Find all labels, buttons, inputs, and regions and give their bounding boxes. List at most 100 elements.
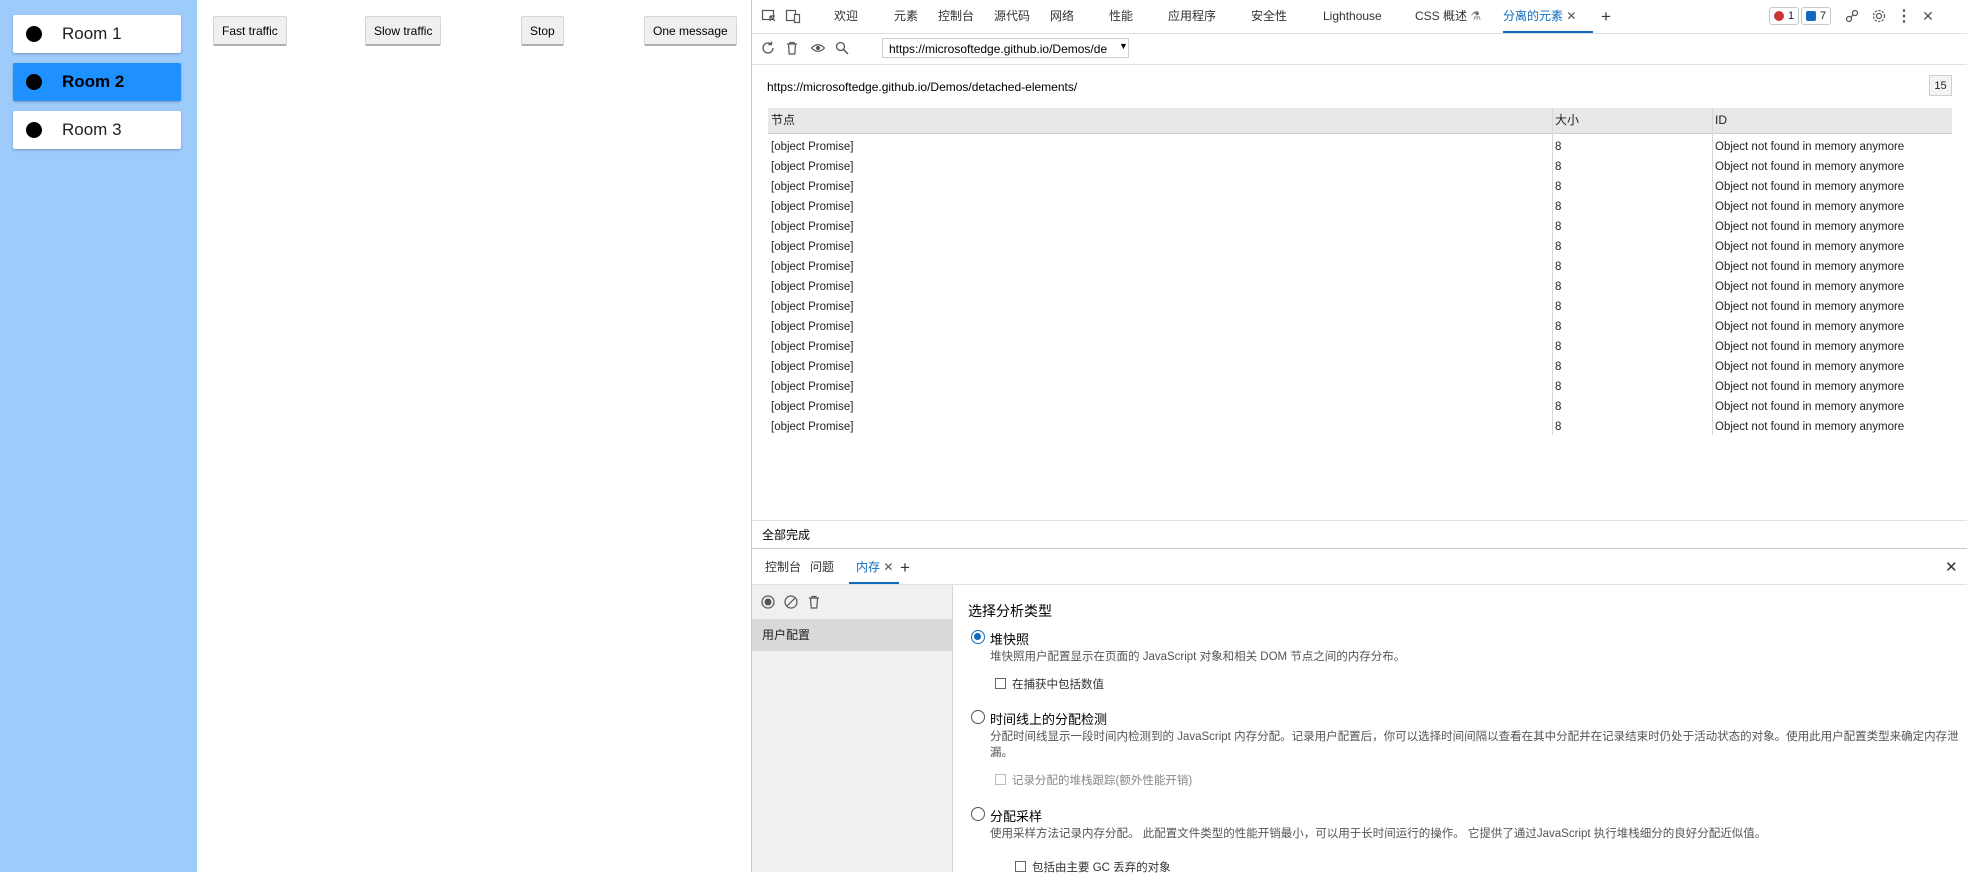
cell-id: Object not found in memory anymore [1715, 141, 1905, 153]
heap-snapshot-title[interactable]: 堆快照 [990, 629, 1029, 648]
inspect-element-icon[interactable] [759, 6, 779, 26]
tab-welcome[interactable]: 欢迎 [834, 0, 858, 33]
room-item-2[interactable]: Room 2 [13, 63, 181, 101]
table-row[interactable]: [object Promise] 8 Object not found in mem… [768, 297, 1952, 317]
allocation-sampling-title[interactable]: 分配采样 [990, 806, 1042, 825]
connection-icon[interactable] [1842, 6, 1862, 26]
column-header-size[interactable]: 大小 [1552, 108, 1712, 133]
cell-node: [object Promise] [771, 261, 854, 273]
record-icon[interactable] [758, 592, 778, 612]
column-header-id[interactable]: ID [1712, 108, 1952, 133]
room-status-dot [26, 26, 42, 42]
table-row[interactable]: [object Promise] 8 Object not found in mem… [768, 337, 1952, 357]
table-row[interactable]: [object Promise] 8 Object not found in mem… [768, 217, 1952, 237]
add-tab-icon[interactable]: + [1601, 0, 1611, 33]
table-row[interactable]: [object Promise] 8 Object not found in mem… [768, 417, 1952, 435]
cell-id: Object not found in memory anymore [1715, 281, 1905, 293]
tab-performance[interactable]: 性能 [1109, 0, 1133, 33]
table-row[interactable]: [object Promise] 8 Object not found in mem… [768, 137, 1952, 157]
search-icon[interactable] [832, 38, 852, 58]
url-select[interactable]: https://microsoftedge.github.io/Demos/de [882, 38, 1129, 58]
table-row[interactable]: [object Promise] 8 Object not found in mem… [768, 357, 1952, 377]
slow-traffic-button[interactable]: Slow traffic [365, 16, 442, 46]
chevron-down-icon[interactable]: ▼ [1119, 41, 1128, 51]
allocation-timeline-title[interactable]: 时间线上的分配检测 [990, 709, 1107, 728]
page-url: https://microsoftedge.github.io/Demos/de… [767, 80, 1078, 94]
room-label: Room 3 [62, 120, 122, 139]
add-drawer-tab-icon[interactable]: + [900, 551, 910, 584]
tab-application[interactable]: 应用程序 [1168, 0, 1216, 33]
error-icon [1774, 11, 1784, 21]
cell-id: Object not found in memory anymore [1715, 201, 1905, 213]
device-emulation-icon[interactable] [783, 6, 803, 26]
profiles-section[interactable]: 用户配置 [752, 620, 952, 651]
close-devtools-icon[interactable]: ✕ [1918, 6, 1938, 26]
column-header-node[interactable]: 节点 [768, 108, 1552, 133]
cell-size: 8 [1555, 301, 1562, 313]
cell-size: 8 [1555, 201, 1562, 213]
close-tab-icon[interactable]: ✕ [1566, 9, 1576, 23]
room-item-1[interactable]: Room 1 [13, 15, 181, 53]
settings-gear-icon[interactable] [1869, 6, 1889, 26]
stop-button[interactable]: Stop [521, 16, 564, 46]
delete-profiles-icon[interactable] [804, 592, 824, 612]
table-row[interactable]: [object Promise] 8 Object not found in mem… [768, 317, 1952, 337]
tab-sources[interactable]: 源代码 [994, 0, 1030, 33]
eye-icon[interactable] [808, 38, 828, 58]
table-row[interactable]: [object Promise] 8 Object not found in mem… [768, 277, 1952, 297]
refresh-icon[interactable] [758, 38, 778, 58]
cell-node: [object Promise] [771, 381, 854, 393]
message-badge[interactable]: 7 [1801, 7, 1832, 25]
table-row[interactable]: [object Promise] 8 Object not found in mem… [768, 177, 1952, 197]
tab-detached-elements[interactable]: 分离的元素 ✕ [1503, 0, 1593, 33]
memory-sidebar: 用户配置 [752, 585, 953, 872]
error-badge[interactable]: 1 [1769, 7, 1800, 25]
cell-id: Object not found in memory anymore [1715, 421, 1905, 433]
include-gc-objects-checkbox[interactable] [1015, 861, 1026, 872]
cell-id: Object not found in memory anymore [1715, 181, 1905, 193]
include-numeric-checkbox[interactable] [995, 678, 1006, 689]
heap-snapshot-radio[interactable] [971, 630, 985, 644]
record-stack-traces-checkbox[interactable] [995, 774, 1006, 785]
cell-size: 8 [1555, 141, 1562, 153]
cell-node: [object Promise] [771, 141, 854, 153]
drawer-tab-memory[interactable]: 内存 ✕ [849, 551, 899, 584]
tab-console[interactable]: 控制台 [938, 0, 974, 33]
cell-size: 8 [1555, 341, 1562, 353]
cell-size: 8 [1555, 161, 1562, 173]
tab-network[interactable]: 网络 [1050, 0, 1074, 33]
profile-type-heading: 选择分析类型 [968, 603, 1052, 619]
cell-id: Object not found in memory anymore [1715, 361, 1905, 373]
close-tab-icon[interactable]: ✕ [883, 560, 893, 574]
table-row[interactable]: [object Promise] 8 Object not found in mem… [768, 157, 1952, 177]
cell-id: Object not found in memory anymore [1715, 221, 1905, 233]
include-gc-objects-label: 包括由主要 GC 丢弃的对象 [1032, 862, 1171, 874]
tab-css-overview[interactable]: CSS 概述 ⚗ [1415, 0, 1481, 33]
close-drawer-icon[interactable]: ✕ [1945, 551, 1958, 584]
tab-elements[interactable]: 元素 [894, 0, 918, 33]
more-options-icon[interactable]: ⋮ [1894, 6, 1914, 26]
allocation-sampling-radio[interactable] [971, 807, 985, 821]
devtools-panel: 欢迎 元素 控制台 源代码 网络 性能 应用程序 安全性 Lighthouse … [751, 0, 1967, 874]
cell-id: Object not found in memory anymore [1715, 161, 1905, 173]
tab-lighthouse[interactable]: Lighthouse [1323, 0, 1382, 33]
room-item-3[interactable]: Room 3 [13, 111, 181, 149]
clear-icon[interactable] [781, 592, 801, 612]
table-row[interactable]: [object Promise] 8 Object not found in mem… [768, 237, 1952, 257]
drawer-tab-console[interactable]: 控制台 [765, 551, 801, 584]
allocation-sampling-desc: 使用采样方法记录内存分配。 此配置文件类型的性能开销最小，可以用于长时间运行的操… [990, 828, 1767, 840]
table-row[interactable]: [object Promise] 8 Object not found in mem… [768, 397, 1952, 417]
cell-size: 8 [1555, 321, 1562, 333]
detached-elements-toolbar: https://microsoftedge.github.io/Demos/de [752, 34, 1967, 65]
cell-size: 8 [1555, 421, 1562, 433]
drawer-tab-issues[interactable]: 问题 [810, 551, 834, 584]
one-message-button[interactable]: One message [644, 16, 737, 46]
table-row[interactable]: [object Promise] 8 Object not found in mem… [768, 197, 1952, 217]
table-row[interactable]: [object Promise] 8 Object not found in mem… [768, 257, 1952, 277]
allocation-timeline-radio[interactable] [971, 710, 985, 724]
tab-security[interactable]: 安全性 [1251, 0, 1287, 33]
drawer-tab-memory-label: 内存 [856, 560, 881, 574]
table-row[interactable]: [object Promise] 8 Object not found in mem… [768, 377, 1952, 397]
fast-traffic-button[interactable]: Fast traffic [213, 16, 287, 46]
trash-icon[interactable] [782, 38, 802, 58]
